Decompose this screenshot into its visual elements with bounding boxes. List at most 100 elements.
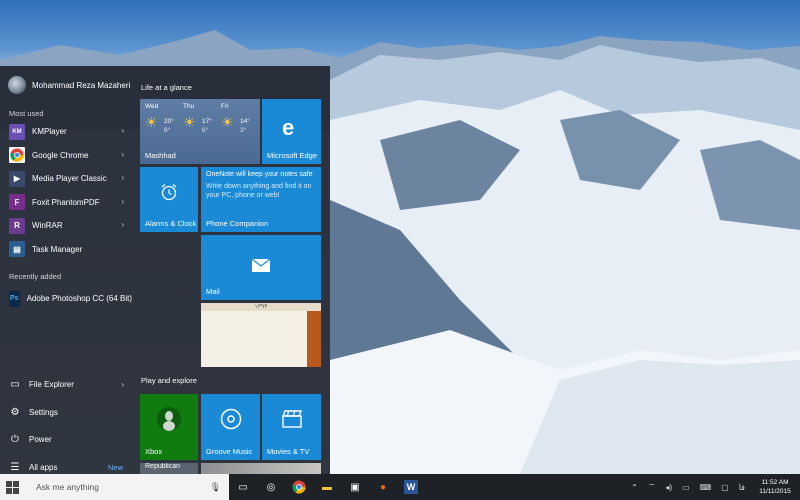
- calendar-cell: [247, 314, 261, 321]
- calendar-cell: [233, 341, 247, 348]
- app-item-foxit[interactable]: F Foxit PhantomPDF ›: [0, 191, 132, 215]
- task-manager-icon: ▤: [9, 241, 25, 258]
- app-item-kmplayer[interactable]: KM KMPlayer ›: [0, 120, 132, 144]
- movies-label: Movies & TV: [267, 447, 310, 456]
- chevron-right-icon[interactable]: ›: [121, 126, 124, 135]
- calendar-cell: [275, 314, 289, 321]
- alarms-clock-tile[interactable]: Alarms & Clock: [140, 167, 198, 232]
- weather-low: 6°: [202, 127, 209, 134]
- file-explorer-taskbar-icon[interactable]: ▬: [313, 474, 341, 500]
- user-account[interactable]: Mohammad Reza Mazaheri: [8, 76, 130, 94]
- calendar-side-bar: [307, 311, 321, 367]
- power-button[interactable]: ⏻ Power: [0, 426, 132, 454]
- chevron-right-icon[interactable]: ›: [121, 150, 124, 159]
- calendar-header: ۱۳۹۴: [201, 303, 321, 311]
- taskbar: Ask me anything 🎙 ▭ ◎ ▬ ▣ ● W ⌃ ⌔ ◂) ▭ ⌨…: [0, 474, 800, 500]
- calendar-cell: [275, 332, 289, 339]
- app-label: Media Player Classic: [32, 174, 107, 184]
- phone-companion-tile[interactable]: OneNote will keep your notes safe Write …: [201, 167, 321, 232]
- chrome-taskbar-icon[interactable]: [285, 474, 313, 500]
- keyboard-icon[interactable]: ⌨: [700, 483, 712, 492]
- avatar: [8, 76, 26, 94]
- calendar-cell: [204, 341, 218, 348]
- file-explorer-button[interactable]: ▭ File Explorer ›: [0, 371, 132, 399]
- weather-day: Thu ☀ 17° 6°: [183, 103, 221, 134]
- calendar-cell: [261, 323, 275, 330]
- photoshop-icon: Ps: [9, 290, 20, 307]
- start-menu-bottom-list: ▭ File Explorer › ⚙ Settings ⏻ Power ☰ A…: [0, 371, 132, 481]
- microsoft-edge-tile[interactable]: e Microsoft Edge: [262, 99, 321, 164]
- action-center-icon[interactable]: ▢: [721, 483, 729, 492]
- xbox-tile[interactable]: Xbox: [140, 394, 198, 460]
- new-badge: New: [107, 462, 123, 472]
- calendar-cell: [204, 332, 218, 339]
- start-menu-app-column: Mohammad Reza Mazaheri Most used KM KMPl…: [0, 66, 132, 474]
- phone-tile-body: Write down anything and find it on your …: [206, 183, 312, 199]
- calendar-cell: [218, 341, 232, 348]
- calendar-cell: [290, 350, 304, 357]
- calendar-cell: [233, 323, 247, 330]
- app-item-task-manager[interactable]: ▤ Task Manager: [0, 238, 132, 262]
- recently-added-label: Recently added: [9, 272, 62, 281]
- app-item-photoshop[interactable]: Ps Adobe Photoshop CC (64 Bit): [0, 287, 132, 311]
- clock[interactable]: 11:52 AM 11/11/2015: [750, 478, 800, 496]
- chevron-right-icon[interactable]: ›: [121, 197, 124, 206]
- xbox-avatar-icon: [157, 407, 181, 431]
- kmplayer-icon: KM: [9, 123, 25, 140]
- weather-day-name: Thu: [183, 103, 195, 110]
- calendar-cell: [275, 359, 289, 366]
- calendar-cell: [261, 350, 275, 357]
- word-taskbar-icon[interactable]: W: [397, 474, 425, 500]
- microphone-icon[interactable]: 🎙: [210, 482, 221, 493]
- media-player-taskbar-icon[interactable]: ◎: [257, 474, 285, 500]
- calendar-cell: [290, 332, 304, 339]
- calendar-cell: [290, 359, 304, 366]
- calendar-cell: [275, 350, 289, 357]
- edge-label: Microsoft Edge: [267, 151, 318, 160]
- app-item-winrar[interactable]: R WinRAR ›: [0, 214, 132, 238]
- calendar-cell: [290, 314, 304, 321]
- xbox-label: Xbox: [145, 447, 163, 456]
- weather-day-name: Fri: [221, 103, 229, 110]
- phone-companion-label: Phone Companion: [206, 219, 269, 228]
- news-tile[interactable]: Republican: [140, 463, 198, 474]
- app-taskbar-icon[interactable]: ●: [369, 474, 397, 500]
- cortana-search-box[interactable]: Ask me anything 🎙: [0, 474, 229, 500]
- calendar-cell: [290, 341, 304, 348]
- photo-tile[interactable]: [201, 463, 321, 474]
- chrome-icon: [9, 147, 25, 164]
- weather-tile[interactable]: Wed ☀ 20° 8° Thu ☀ 17° 6° Fri ☀ 14° 3° M…: [140, 99, 260, 164]
- groove-music-tile[interactable]: Groove Music: [201, 394, 260, 460]
- disc-icon: [220, 408, 242, 430]
- winrar-icon: R: [9, 217, 25, 234]
- sun-icon: ☀: [183, 114, 196, 130]
- chevron-right-icon[interactable]: ›: [121, 173, 124, 182]
- chevron-right-icon[interactable]: ›: [121, 220, 124, 229]
- app-item-media-player-classic[interactable]: ▶ Media Player Classic ›: [0, 167, 132, 191]
- mail-tile[interactable]: Mail: [201, 235, 321, 300]
- chevron-right-icon[interactable]: ›: [121, 380, 124, 389]
- search-placeholder: Ask me anything: [36, 482, 99, 492]
- battery-icon[interactable]: ▭: [682, 483, 690, 492]
- media-player-icon: ▶: [9, 170, 25, 187]
- calendar-cell: [204, 350, 218, 357]
- calendar-cell: [204, 359, 218, 366]
- sun-icon: ☀: [145, 114, 158, 130]
- settings-button[interactable]: ⚙ Settings: [0, 399, 132, 427]
- calendar-cell: [275, 323, 289, 330]
- calendar-cell: [290, 323, 304, 330]
- weather-day-name: Wed: [145, 103, 159, 110]
- calendar-tile[interactable]: ۱۳۹۴: [201, 303, 321, 367]
- language-indicator[interactable]: فا: [739, 483, 745, 492]
- volume-icon[interactable]: ◂): [665, 483, 672, 492]
- app-item-chrome[interactable]: Google Chrome ›: [0, 144, 132, 168]
- chevron-up-icon[interactable]: ⌃: [631, 483, 638, 492]
- store-taskbar-icon[interactable]: ▣: [341, 474, 369, 500]
- movies-tv-tile[interactable]: Movies & TV: [262, 394, 321, 460]
- network-icon[interactable]: ⌔: [648, 482, 656, 492]
- task-view-icon[interactable]: ▭: [229, 474, 257, 500]
- calendar-cell: [261, 314, 275, 321]
- calendar-cell: [218, 314, 232, 321]
- calendar-cell: [218, 359, 232, 366]
- windows-start-icon[interactable]: [6, 481, 19, 494]
